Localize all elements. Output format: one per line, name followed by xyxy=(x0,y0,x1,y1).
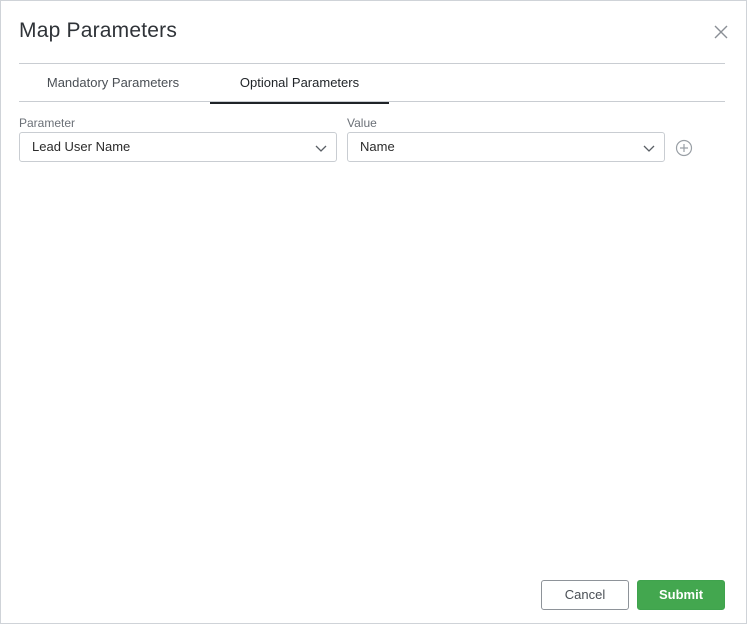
plus-circle-icon[interactable] xyxy=(675,139,693,157)
parameter-select-value: Lead User Name xyxy=(32,139,131,154)
parameter-label: Parameter xyxy=(19,116,76,130)
chevron-down-icon xyxy=(315,145,327,152)
parameter-tabs: Mandatory Parameters Optional Parameters xyxy=(19,63,725,104)
chevron-down-icon xyxy=(643,145,655,152)
cancel-button[interactable]: Cancel xyxy=(541,580,629,610)
submit-button[interactable]: Submit xyxy=(637,580,725,610)
close-icon[interactable] xyxy=(710,21,732,43)
tab-mandatory-parameters[interactable]: Mandatory Parameters xyxy=(19,64,207,102)
tab-optional-parameters[interactable]: Optional Parameters xyxy=(210,64,389,104)
value-select[interactable]: Name xyxy=(347,132,665,162)
map-parameters-dialog: Map Parameters Mandatory Parameters Opti… xyxy=(0,0,747,624)
value-select-value: Name xyxy=(360,139,395,154)
value-label: Value xyxy=(347,116,377,130)
parameter-select[interactable]: Lead User Name xyxy=(19,132,337,162)
dialog-title: Map Parameters xyxy=(19,19,178,42)
